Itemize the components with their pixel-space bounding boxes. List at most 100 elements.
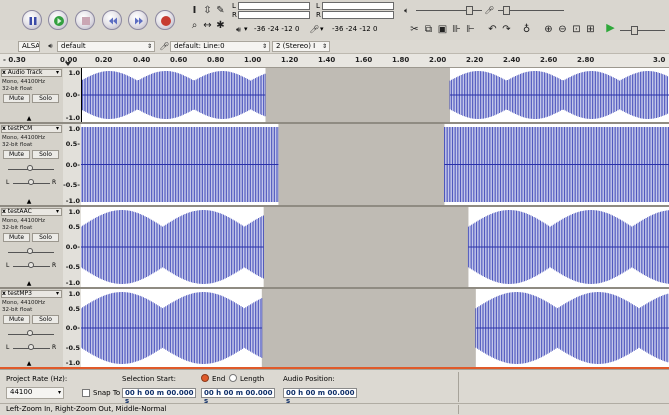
solo-button[interactable]: Solo xyxy=(32,94,59,103)
waveform-area[interactable] xyxy=(80,207,669,287)
pan-slider-thumb[interactable] xyxy=(28,179,34,185)
solo-button[interactable]: Solo xyxy=(32,233,59,242)
waveform-area[interactable] xyxy=(80,124,669,205)
amplitude-scale[interactable]: 1.0 0.0- -1.0 xyxy=(63,68,82,122)
undo-icon[interactable]: ↶ xyxy=(486,23,499,36)
close-track-icon[interactable]: x xyxy=(2,290,6,297)
gain-slider-thumb[interactable] xyxy=(27,165,33,171)
gain-slider-thumb[interactable] xyxy=(27,330,33,336)
audio-host-select[interactable]: ALSA xyxy=(18,41,40,52)
play-meter-dropdown[interactable]: ▾ xyxy=(320,25,324,33)
play-meter-left[interactable] xyxy=(322,2,394,10)
paste-icon[interactable]: ▣ xyxy=(436,23,449,36)
mute-button[interactable]: Mute xyxy=(3,315,30,324)
snap-to-checkbox[interactable] xyxy=(82,389,90,397)
audio-position-time[interactable]: 00 h 00 m 00.000 s xyxy=(283,388,357,405)
pan-slider-thumb[interactable] xyxy=(28,344,34,350)
record-meter-left[interactable] xyxy=(238,2,310,10)
scale-label: 0.0- xyxy=(65,324,80,332)
track-name-menu[interactable]: x testAAC ▾ xyxy=(1,208,62,216)
chevron-down-icon: ▾ xyxy=(57,389,61,396)
play-meter-right[interactable] xyxy=(322,11,394,19)
play-button[interactable] xyxy=(48,10,68,30)
envelope-tool-icon[interactable]: ⇳ xyxy=(201,4,214,17)
collapse-track-icon[interactable]: ▲ xyxy=(24,361,34,367)
solo-button[interactable]: Solo xyxy=(32,315,59,324)
output-device-select[interactable]: default ⇕ xyxy=(57,41,155,52)
trim-icon[interactable]: ⊪ xyxy=(450,23,463,36)
zoom-out-icon[interactable]: ⊖ xyxy=(556,23,569,36)
timeshift-tool-icon[interactable]: ↔ xyxy=(201,19,214,32)
play-at-speed-icon[interactable]: ▶ xyxy=(604,21,617,34)
play-speed-slider[interactable] xyxy=(620,30,665,31)
selection-tool-icon[interactable]: I xyxy=(188,4,201,17)
mute-button[interactable]: Mute xyxy=(3,233,30,242)
skip-to-end-button[interactable] xyxy=(128,10,148,30)
record-button[interactable] xyxy=(155,10,175,30)
record-volume-thumb[interactable] xyxy=(503,6,510,15)
audio-track[interactable]: x Audio Track ▾ Mono, 44100Hz 32-bit float M… xyxy=(0,68,669,124)
amplitude-scale[interactable]: 1.0 0.5 0.0- -0.5 -1.0 xyxy=(63,289,82,367)
close-track-icon[interactable]: x xyxy=(2,208,6,215)
record-meter-dropdown[interactable]: ▾ xyxy=(244,25,248,33)
collapse-track-icon[interactable]: ▲ xyxy=(24,199,34,205)
record-meter-right[interactable] xyxy=(238,11,310,19)
input-channels-select[interactable]: 2 (Stereo) I ⇕ xyxy=(272,41,330,52)
mute-button[interactable]: Mute xyxy=(3,94,30,103)
draw-tool-icon[interactable]: ✎ xyxy=(214,4,227,17)
play-speed-thumb[interactable] xyxy=(631,26,638,35)
waveform-area[interactable] xyxy=(80,289,669,367)
scale-label: 0.0- xyxy=(65,91,80,99)
input-device-select[interactable]: default: Line:0 ⇕ xyxy=(170,41,270,52)
selection-start-time[interactable]: 00 h 00 m 00.000 s xyxy=(122,388,196,405)
scale-label: 1.0 xyxy=(68,290,80,298)
track-control-panel: x Audio Track ▾ Mono, 44100Hz 32-bit float M… xyxy=(0,68,64,122)
project-rate-select[interactable]: 44100 ▾ xyxy=(6,387,64,399)
track-format: Mono, 44100Hz xyxy=(2,79,45,85)
audio-track[interactable]: x testPCM ▾ Mono, 44100Hz 32-bit float Mute S… xyxy=(0,124,669,207)
end-radio[interactable] xyxy=(201,374,209,382)
ruler-tick-label: 3.0 xyxy=(653,56,666,64)
amplitude-scale[interactable]: 1.0 0.5 0.0- -0.5 -1.0 xyxy=(63,207,82,287)
track-sample-format: 32-bit float xyxy=(2,142,33,148)
selection-end-time[interactable]: 00 h 00 m 00.000 s xyxy=(201,388,275,405)
cut-icon[interactable]: ✂ xyxy=(408,23,421,36)
timeline-ruler[interactable]: - 0.30 0.00 0.20 0.40 0.60 0.80 1.00 1.20 1.40 1.… xyxy=(0,54,669,68)
gain-slider-thumb[interactable] xyxy=(27,248,33,254)
audio-track[interactable]: x testMP3 ▾ Mono, 44100Hz 32-bit float Mute S… xyxy=(0,289,669,369)
audio-track[interactable]: x testAAC ▾ Mono, 44100Hz 32-bit float Mute S… xyxy=(0,207,669,289)
track-control-panel: x testAAC ▾ Mono, 44100Hz 32-bit float Mute S… xyxy=(0,207,64,287)
ruler-tick-label: - 0.30 xyxy=(3,56,26,64)
toolbar-divider xyxy=(458,372,459,402)
copy-icon[interactable]: ⧉ xyxy=(422,23,435,36)
track-name: testAAC xyxy=(7,208,32,215)
pan-slider-thumb[interactable] xyxy=(28,262,34,268)
collapse-track-icon[interactable]: ▲ xyxy=(24,116,34,122)
mute-button[interactable]: Mute xyxy=(3,150,30,159)
stop-button[interactable] xyxy=(75,10,95,30)
chevron-down-icon: ▾ xyxy=(55,125,59,132)
amplitude-scale[interactable]: 1.0 0.5- 0.0- -0.5- -1.0 xyxy=(63,124,82,205)
silence-icon[interactable]: ⊩ xyxy=(464,23,477,36)
track-name-menu[interactable]: x testMP3 ▾ xyxy=(1,290,62,298)
solo-button[interactable]: Solo xyxy=(32,150,59,159)
skip-to-start-button[interactable] xyxy=(102,10,122,30)
fit-project-icon[interactable]: ⊞ xyxy=(584,23,597,36)
track-name-menu[interactable]: x Audio Track ▾ xyxy=(1,69,62,77)
scale-label: 0.0- xyxy=(65,243,80,251)
close-track-icon[interactable]: x xyxy=(2,125,6,132)
zoom-in-icon[interactable]: ⊕ xyxy=(542,23,555,36)
redo-icon[interactable]: ↷ xyxy=(500,23,513,36)
fit-selection-icon[interactable]: ⊡ xyxy=(570,23,583,36)
sync-lock-icon[interactable]: ♁ xyxy=(520,23,533,36)
multi-tool-icon[interactable]: ✱ xyxy=(214,19,227,32)
close-track-icon[interactable]: x xyxy=(2,69,6,76)
waveform-area[interactable] xyxy=(80,68,669,122)
pause-button[interactable] xyxy=(22,10,42,30)
zoom-tool-icon[interactable]: ⌕ xyxy=(188,19,201,32)
playhead-marker-icon[interactable] xyxy=(65,62,71,66)
collapse-track-icon[interactable]: ▲ xyxy=(24,281,34,287)
length-radio[interactable] xyxy=(229,374,237,382)
track-name-menu[interactable]: x testPCM ▾ xyxy=(1,125,62,133)
playback-volume-thumb[interactable] xyxy=(466,6,473,15)
